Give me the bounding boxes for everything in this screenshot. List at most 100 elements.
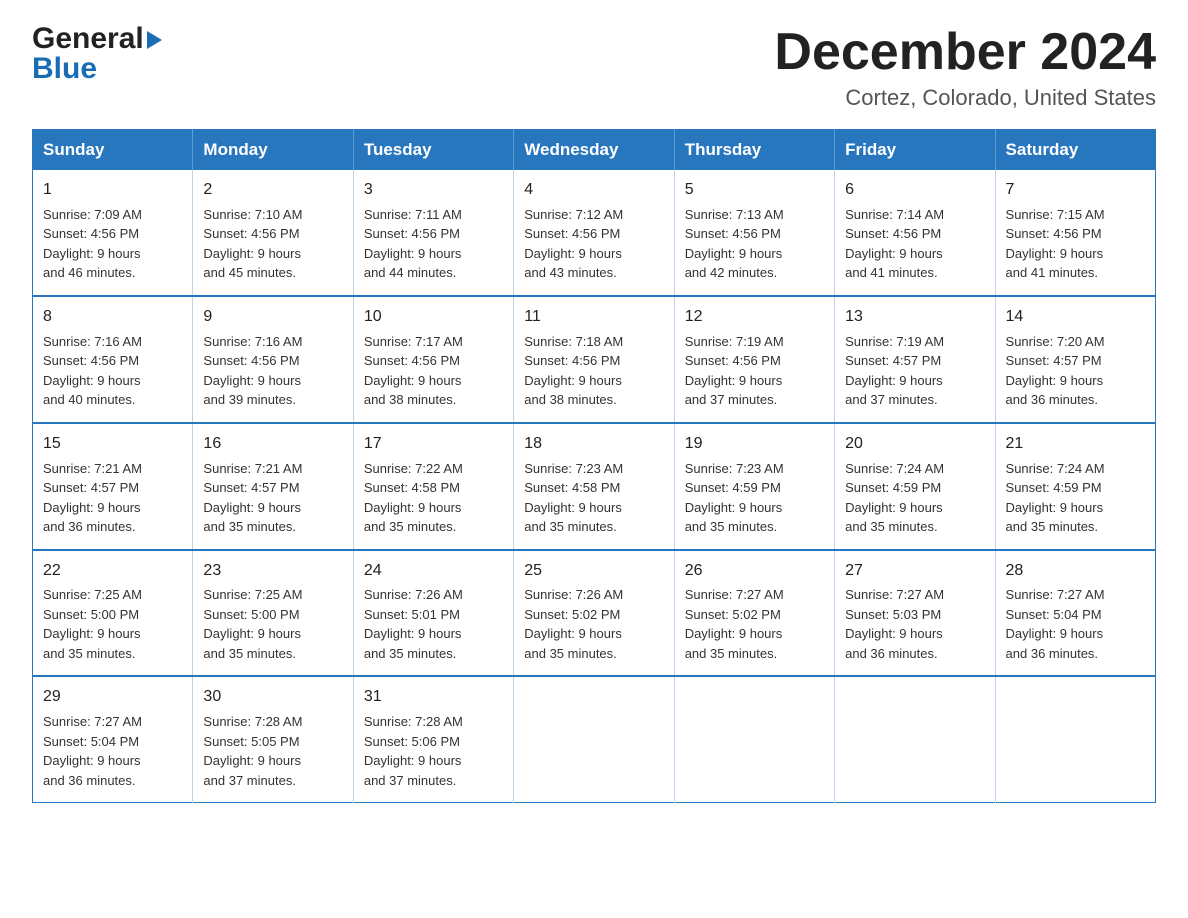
logo-arrow-icon (147, 31, 162, 49)
calendar-cell (514, 676, 674, 802)
day-info: Sunrise: 7:18 AMSunset: 4:56 PMDaylight:… (524, 332, 663, 410)
day-number: 22 (43, 559, 182, 584)
day-number: 21 (1006, 432, 1145, 457)
calendar-cell: 22Sunrise: 7:25 AMSunset: 5:00 PMDayligh… (33, 550, 193, 677)
calendar-cell: 26Sunrise: 7:27 AMSunset: 5:02 PMDayligh… (674, 550, 834, 677)
day-number: 10 (364, 305, 503, 330)
calendar-cell: 19Sunrise: 7:23 AMSunset: 4:59 PMDayligh… (674, 423, 834, 550)
logo: General Blue (32, 24, 162, 84)
day-info: Sunrise: 7:12 AMSunset: 4:56 PMDaylight:… (524, 205, 663, 283)
day-number: 1 (43, 178, 182, 203)
calendar-week-row: 15Sunrise: 7:21 AMSunset: 4:57 PMDayligh… (33, 423, 1156, 550)
day-number: 8 (43, 305, 182, 330)
calendar-cell: 17Sunrise: 7:22 AMSunset: 4:58 PMDayligh… (353, 423, 513, 550)
day-info: Sunrise: 7:21 AMSunset: 4:57 PMDaylight:… (43, 459, 182, 537)
day-of-week-header: Friday (835, 130, 995, 171)
day-info: Sunrise: 7:20 AMSunset: 4:57 PMDaylight:… (1006, 332, 1145, 410)
day-number: 17 (364, 432, 503, 457)
calendar-cell: 10Sunrise: 7:17 AMSunset: 4:56 PMDayligh… (353, 296, 513, 423)
calendar-cell: 1Sunrise: 7:09 AMSunset: 4:56 PMDaylight… (33, 170, 193, 296)
day-info: Sunrise: 7:28 AMSunset: 5:06 PMDaylight:… (364, 712, 503, 790)
day-of-week-header: Sunday (33, 130, 193, 171)
day-number: 20 (845, 432, 984, 457)
calendar-week-row: 22Sunrise: 7:25 AMSunset: 5:00 PMDayligh… (33, 550, 1156, 677)
calendar-cell: 6Sunrise: 7:14 AMSunset: 4:56 PMDaylight… (835, 170, 995, 296)
day-info: Sunrise: 7:17 AMSunset: 4:56 PMDaylight:… (364, 332, 503, 410)
calendar-week-row: 29Sunrise: 7:27 AMSunset: 5:04 PMDayligh… (33, 676, 1156, 802)
calendar-cell: 9Sunrise: 7:16 AMSunset: 4:56 PMDaylight… (193, 296, 353, 423)
calendar-cell (835, 676, 995, 802)
calendar-week-row: 8Sunrise: 7:16 AMSunset: 4:56 PMDaylight… (33, 296, 1156, 423)
calendar-cell: 3Sunrise: 7:11 AMSunset: 4:56 PMDaylight… (353, 170, 513, 296)
calendar-cell: 15Sunrise: 7:21 AMSunset: 4:57 PMDayligh… (33, 423, 193, 550)
day-number: 29 (43, 685, 182, 710)
day-of-week-header: Monday (193, 130, 353, 171)
day-number: 24 (364, 559, 503, 584)
calendar-cell: 11Sunrise: 7:18 AMSunset: 4:56 PMDayligh… (514, 296, 674, 423)
day-number: 14 (1006, 305, 1145, 330)
day-of-week-header: Thursday (674, 130, 834, 171)
calendar-cell (674, 676, 834, 802)
day-info: Sunrise: 7:15 AMSunset: 4:56 PMDaylight:… (1006, 205, 1145, 283)
day-number: 15 (43, 432, 182, 457)
day-info: Sunrise: 7:16 AMSunset: 4:56 PMDaylight:… (43, 332, 182, 410)
calendar-cell: 7Sunrise: 7:15 AMSunset: 4:56 PMDaylight… (995, 170, 1155, 296)
day-info: Sunrise: 7:27 AMSunset: 5:04 PMDaylight:… (1006, 585, 1145, 663)
day-number: 30 (203, 685, 342, 710)
calendar-cell (995, 676, 1155, 802)
logo-general-text: General (32, 24, 144, 54)
day-info: Sunrise: 7:25 AMSunset: 5:00 PMDaylight:… (43, 585, 182, 663)
day-info: Sunrise: 7:26 AMSunset: 5:01 PMDaylight:… (364, 585, 503, 663)
day-number: 31 (364, 685, 503, 710)
calendar-cell: 25Sunrise: 7:26 AMSunset: 5:02 PMDayligh… (514, 550, 674, 677)
calendar-cell: 13Sunrise: 7:19 AMSunset: 4:57 PMDayligh… (835, 296, 995, 423)
day-number: 16 (203, 432, 342, 457)
day-info: Sunrise: 7:23 AMSunset: 4:58 PMDaylight:… (524, 459, 663, 537)
day-number: 18 (524, 432, 663, 457)
day-info: Sunrise: 7:24 AMSunset: 4:59 PMDaylight:… (1006, 459, 1145, 537)
day-info: Sunrise: 7:09 AMSunset: 4:56 PMDaylight:… (43, 205, 182, 283)
calendar-cell: 5Sunrise: 7:13 AMSunset: 4:56 PMDaylight… (674, 170, 834, 296)
day-number: 28 (1006, 559, 1145, 584)
calendar-cell: 30Sunrise: 7:28 AMSunset: 5:05 PMDayligh… (193, 676, 353, 802)
calendar-cell: 20Sunrise: 7:24 AMSunset: 4:59 PMDayligh… (835, 423, 995, 550)
calendar-cell: 14Sunrise: 7:20 AMSunset: 4:57 PMDayligh… (995, 296, 1155, 423)
day-of-week-header: Saturday (995, 130, 1155, 171)
day-info: Sunrise: 7:22 AMSunset: 4:58 PMDaylight:… (364, 459, 503, 537)
day-info: Sunrise: 7:19 AMSunset: 4:56 PMDaylight:… (685, 332, 824, 410)
calendar-cell: 18Sunrise: 7:23 AMSunset: 4:58 PMDayligh… (514, 423, 674, 550)
day-info: Sunrise: 7:14 AMSunset: 4:56 PMDaylight:… (845, 205, 984, 283)
title-block: December 2024 Cortez, Colorado, United S… (774, 24, 1156, 111)
calendar-cell: 27Sunrise: 7:27 AMSunset: 5:03 PMDayligh… (835, 550, 995, 677)
calendar-cell: 12Sunrise: 7:19 AMSunset: 4:56 PMDayligh… (674, 296, 834, 423)
page-header: General Blue December 2024 Cortez, Color… (32, 24, 1156, 111)
day-info: Sunrise: 7:27 AMSunset: 5:03 PMDaylight:… (845, 585, 984, 663)
calendar-cell: 29Sunrise: 7:27 AMSunset: 5:04 PMDayligh… (33, 676, 193, 802)
day-info: Sunrise: 7:27 AMSunset: 5:02 PMDaylight:… (685, 585, 824, 663)
day-number: 13 (845, 305, 984, 330)
subtitle: Cortez, Colorado, United States (774, 85, 1156, 111)
calendar-cell: 16Sunrise: 7:21 AMSunset: 4:57 PMDayligh… (193, 423, 353, 550)
day-info: Sunrise: 7:25 AMSunset: 5:00 PMDaylight:… (203, 585, 342, 663)
calendar-cell: 28Sunrise: 7:27 AMSunset: 5:04 PMDayligh… (995, 550, 1155, 677)
calendar-week-row: 1Sunrise: 7:09 AMSunset: 4:56 PMDaylight… (33, 170, 1156, 296)
day-number: 23 (203, 559, 342, 584)
day-number: 7 (1006, 178, 1145, 203)
day-number: 26 (685, 559, 824, 584)
calendar-cell: 4Sunrise: 7:12 AMSunset: 4:56 PMDaylight… (514, 170, 674, 296)
day-info: Sunrise: 7:27 AMSunset: 5:04 PMDaylight:… (43, 712, 182, 790)
day-number: 9 (203, 305, 342, 330)
day-number: 4 (524, 178, 663, 203)
day-of-week-header: Tuesday (353, 130, 513, 171)
day-number: 27 (845, 559, 984, 584)
day-number: 5 (685, 178, 824, 203)
main-title: December 2024 (774, 24, 1156, 81)
day-info: Sunrise: 7:11 AMSunset: 4:56 PMDaylight:… (364, 205, 503, 283)
day-info: Sunrise: 7:23 AMSunset: 4:59 PMDaylight:… (685, 459, 824, 537)
calendar-header-row: SundayMondayTuesdayWednesdayThursdayFrid… (33, 130, 1156, 171)
day-info: Sunrise: 7:16 AMSunset: 4:56 PMDaylight:… (203, 332, 342, 410)
calendar-cell: 23Sunrise: 7:25 AMSunset: 5:00 PMDayligh… (193, 550, 353, 677)
day-number: 25 (524, 559, 663, 584)
day-number: 3 (364, 178, 503, 203)
day-number: 19 (685, 432, 824, 457)
